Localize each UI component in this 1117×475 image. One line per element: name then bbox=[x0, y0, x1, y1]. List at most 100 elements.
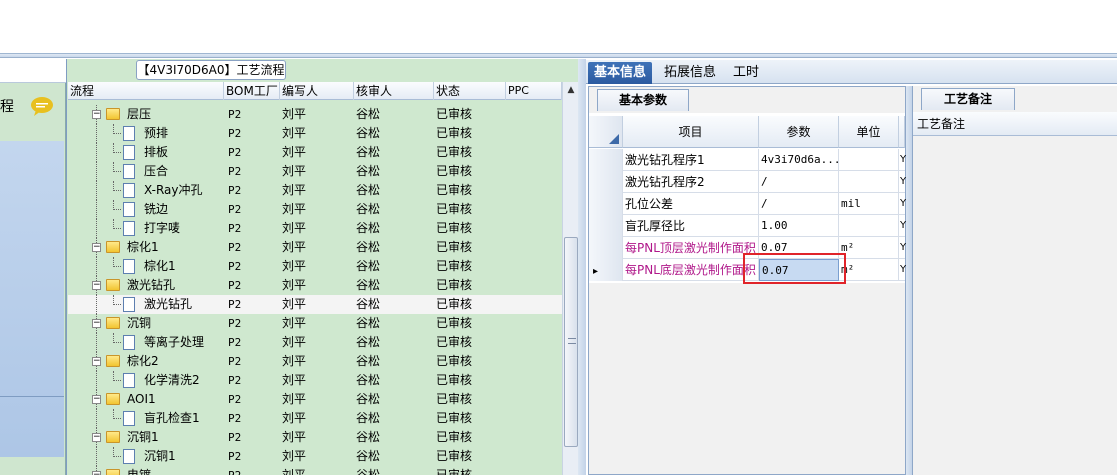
collapse-toggle-icon[interactable]: − bbox=[92, 281, 101, 290]
tree-node-name-cell[interactable]: − 沉铜1 bbox=[68, 428, 224, 447]
tree-node-name-cell[interactable]: 压合 bbox=[68, 162, 224, 181]
folder-icon bbox=[106, 108, 120, 120]
params-row[interactable]: 盲孔厚径比 1.00 Y bbox=[589, 215, 907, 237]
params-header-unit[interactable]: 单位 bbox=[839, 116, 899, 148]
tree-connector-line bbox=[113, 143, 121, 153]
tree-node-name-cell[interactable]: − 棕化1 bbox=[68, 238, 224, 257]
tree-node-name-cell[interactable]: − 激光钻孔 bbox=[68, 276, 224, 295]
tab-extended-info[interactable]: 拓展信息 bbox=[658, 62, 722, 84]
tree-row[interactable]: 激光钻孔 P2 刘平 谷松 已审核 bbox=[68, 295, 562, 314]
collapse-toggle-icon[interactable]: − bbox=[92, 319, 101, 328]
ppc-cell bbox=[506, 447, 562, 466]
tree-node-name-cell[interactable]: X-Ray冲孔 bbox=[68, 181, 224, 200]
tree-node-name-cell[interactable]: 化学清洗2 bbox=[68, 371, 224, 390]
param-value-cell[interactable]: / bbox=[759, 171, 839, 193]
collapse-toggle-icon[interactable]: − bbox=[92, 395, 101, 404]
tree-vertical-scrollbar[interactable]: ▲ bbox=[562, 82, 578, 475]
scrollbar-grip-icon bbox=[568, 338, 576, 344]
notes-column-header[interactable]: 工艺备注 bbox=[913, 112, 1117, 136]
tab-process-notes[interactable]: 工艺备注 bbox=[921, 88, 1015, 110]
tree-node-name-cell[interactable]: − 层压 bbox=[68, 105, 224, 124]
scrollbar-thumb[interactable] bbox=[564, 237, 578, 447]
tree-node-name-cell[interactable]: 盲孔检查1 bbox=[68, 409, 224, 428]
writer-cell: 刘平 bbox=[282, 259, 307, 273]
row-header-cell[interactable] bbox=[589, 171, 623, 193]
tree-row[interactable]: − 电镀 P2刘平 谷松 已审核 bbox=[68, 466, 562, 475]
tree-node-name-cell[interactable]: 激光钻孔 bbox=[68, 295, 224, 314]
tree-node-name-cell[interactable]: 铣边 bbox=[68, 200, 224, 219]
tree-row[interactable]: − 沉铜 P2 刘平 谷松 已审核 bbox=[68, 314, 562, 333]
row-header-cell[interactable] bbox=[589, 237, 623, 259]
column-header-writer[interactable]: 编写人 bbox=[280, 82, 354, 100]
row-header-cell[interactable]: ▸ bbox=[589, 259, 623, 281]
params-row[interactable]: 激光钻孔程序1 4v3i70d6a... Y bbox=[589, 149, 907, 171]
tree-row[interactable]: 沉铜1 P2 刘平 谷松 已审核 bbox=[68, 447, 562, 466]
tree-row[interactable]: 盲孔检查1 P2 刘平 谷松 已审核 bbox=[68, 409, 562, 428]
document-icon bbox=[123, 202, 135, 217]
left-panel-label: 程 bbox=[0, 99, 14, 115]
tree-row[interactable]: 等离子处理 P2 刘平 谷松 已审核 bbox=[68, 333, 562, 352]
tree-row[interactable]: X-Ray冲孔 P2 刘平 谷松 已审核 bbox=[68, 181, 562, 200]
left-panel: 程 bbox=[0, 59, 66, 475]
column-header-reviewer[interactable]: 核审人 bbox=[354, 82, 434, 100]
tree-node-name-cell[interactable]: − 棕化2 bbox=[68, 352, 224, 371]
tree-node-name-cell[interactable]: − 沉铜 bbox=[68, 314, 224, 333]
ppc-cell bbox=[506, 200, 562, 219]
tab-work-hours[interactable]: 工时 bbox=[727, 62, 765, 84]
row-header-cell[interactable] bbox=[589, 215, 623, 237]
tree-row[interactable]: 排板 P2 刘平 谷松 已审核 bbox=[68, 143, 562, 162]
tab-basic-info[interactable]: 基本信息 bbox=[588, 62, 653, 84]
collapse-toggle-icon[interactable]: − bbox=[92, 243, 101, 252]
tree-node-name-cell[interactable]: 棕化1 bbox=[68, 257, 224, 276]
tree-row[interactable]: − 激光钻孔 P2 刘平 谷松 已审核 bbox=[68, 276, 562, 295]
params-row[interactable]: 孔位公差 / mil Y bbox=[589, 193, 907, 215]
reviewer-cell: 谷松 bbox=[356, 126, 381, 140]
collapse-toggle-icon[interactable]: − bbox=[92, 471, 101, 475]
tree-node-label: 棕化1 bbox=[144, 259, 176, 273]
chat-bubble-icon[interactable] bbox=[30, 96, 54, 116]
collapse-toggle-icon[interactable]: − bbox=[92, 357, 101, 366]
params-header-value[interactable]: 参数 bbox=[759, 116, 839, 148]
param-value-cell[interactable]: 4v3i70d6a... bbox=[759, 149, 839, 171]
tree-node-name-cell[interactable]: 预排 bbox=[68, 124, 224, 143]
tree-node-name-cell[interactable]: 沉铜1 bbox=[68, 447, 224, 466]
tree-connector-line bbox=[96, 124, 97, 143]
params-header-item[interactable]: 项目 bbox=[623, 116, 759, 148]
column-header-process[interactable]: 流程 bbox=[68, 82, 224, 100]
tree-row[interactable]: − 沉铜1 P2 刘平 谷松 已审核 bbox=[68, 428, 562, 447]
scroll-up-arrow-icon[interactable]: ▲ bbox=[563, 82, 579, 99]
collapse-toggle-icon[interactable]: − bbox=[92, 433, 101, 442]
tree-row[interactable]: − 层压 P2 刘平 谷松 已审核 bbox=[68, 105, 562, 124]
main-splitter[interactable] bbox=[578, 59, 586, 475]
tree-node-name-cell[interactable]: 等离子处理 bbox=[68, 333, 224, 352]
tree-node-name-cell[interactable]: 排板 bbox=[68, 143, 224, 162]
reviewer-cell: 谷松 bbox=[356, 259, 381, 273]
status-cell: 已审核 bbox=[436, 316, 473, 330]
status-cell: 已审核 bbox=[436, 468, 473, 475]
tree-row[interactable]: 化学清洗2 P2 刘平 谷松 已审核 bbox=[68, 371, 562, 390]
param-value-cell[interactable]: 1.00 bbox=[759, 215, 839, 237]
tree-row[interactable]: 棕化1 P2 刘平 谷松 已审核 bbox=[68, 257, 562, 276]
row-header-cell[interactable] bbox=[589, 193, 623, 215]
tree-node-name-cell[interactable]: 打字唛 bbox=[68, 219, 224, 238]
writer-cell: 刘平 bbox=[282, 316, 307, 330]
tree-node-name-cell[interactable]: − 电镀 bbox=[68, 466, 224, 475]
column-header-bom[interactable]: BOM工厂 bbox=[224, 82, 280, 100]
tree-row[interactable]: 压合 P2 刘平 谷松 已审核 bbox=[68, 162, 562, 181]
tree-row[interactable]: − 棕化2 P2 刘平 谷松 已审核 bbox=[68, 352, 562, 371]
tree-row[interactable]: 打字唛 P2 刘平 谷松 已审核 bbox=[68, 219, 562, 238]
tree-row[interactable]: 铣边 P2 刘平 谷松 已审核 bbox=[68, 200, 562, 219]
column-header-status[interactable]: 状态 bbox=[434, 82, 506, 100]
tree-row[interactable]: − 棕化1 P2 刘平 谷松 已审核 bbox=[68, 238, 562, 257]
bom-cell: P2 bbox=[224, 466, 280, 475]
tab-basic-params[interactable]: 基本参数 bbox=[597, 89, 689, 111]
tree-row[interactable]: 预排 P2 刘平 谷松 已审核 bbox=[68, 124, 562, 143]
column-header-ppc[interactable]: PPC bbox=[506, 82, 562, 100]
param-value-cell[interactable]: / bbox=[759, 193, 839, 215]
params-row[interactable]: 激光钻孔程序2/Y bbox=[589, 171, 907, 193]
tree-row[interactable]: − AOI1 P2 刘平 谷松 已审核 bbox=[68, 390, 562, 409]
row-header-cell[interactable] bbox=[589, 149, 623, 171]
ppc-cell bbox=[506, 428, 562, 447]
collapse-toggle-icon[interactable]: − bbox=[92, 110, 101, 119]
tree-node-name-cell[interactable]: − AOI1 bbox=[68, 390, 224, 409]
